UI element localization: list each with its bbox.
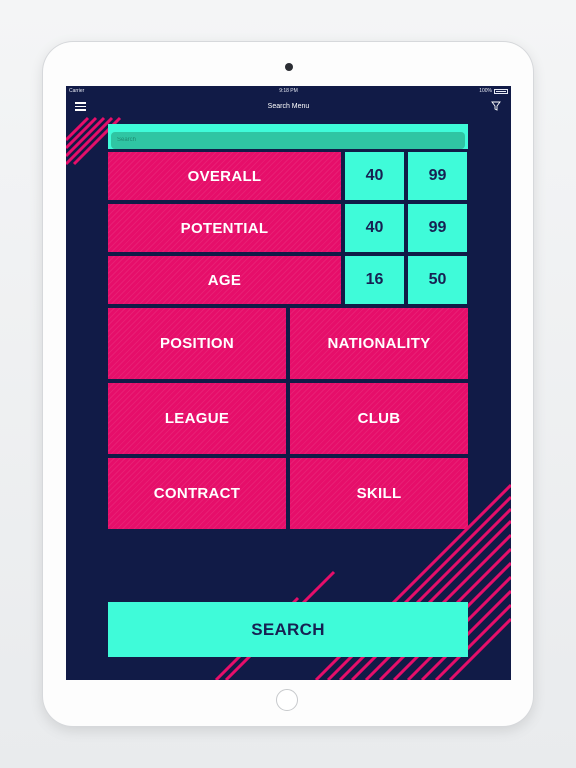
hamburger-menu-icon[interactable] [75, 102, 86, 111]
page-title: Search Menu [267, 103, 310, 110]
potential-min-value[interactable]: 40 [345, 204, 404, 252]
overall-label-button[interactable]: OVERALL [108, 152, 341, 200]
filter-funnel-icon[interactable] [491, 101, 501, 111]
league-filter-button[interactable]: LEAGUE [108, 383, 286, 454]
camera-icon [285, 63, 293, 71]
age-min-value[interactable]: 16 [345, 256, 404, 304]
potential-label-button[interactable]: POTENTIAL [108, 204, 341, 252]
position-filter-button[interactable]: POSITION [108, 308, 286, 379]
age-label-button[interactable]: AGE [108, 256, 341, 304]
nationality-filter-button[interactable]: NATIONALITY [290, 308, 468, 379]
overall-max-value[interactable]: 99 [408, 152, 467, 200]
potential-max-value[interactable]: 99 [408, 204, 467, 252]
search-input[interactable] [111, 131, 465, 149]
battery-icon [494, 89, 508, 94]
overall-min-value[interactable]: 40 [345, 152, 404, 200]
battery-percent: 100% [479, 88, 492, 94]
nav-bar: Search Menu [66, 97, 511, 116]
age-max-value[interactable]: 50 [408, 256, 467, 304]
skill-filter-button[interactable]: SKILL [290, 458, 468, 529]
club-filter-button[interactable]: CLUB [290, 383, 468, 454]
app-screen: Carrier 9:18 PM 100% Search Menu OVERALL… [66, 86, 511, 680]
home-button[interactable] [276, 689, 298, 711]
status-bar: Carrier 9:18 PM 100% [66, 86, 511, 97]
status-time: 9:18 PM [279, 88, 298, 94]
search-button[interactable]: SEARCH [108, 602, 468, 657]
contract-filter-button[interactable]: CONTRACT [108, 458, 286, 529]
search-bar [108, 124, 468, 149]
